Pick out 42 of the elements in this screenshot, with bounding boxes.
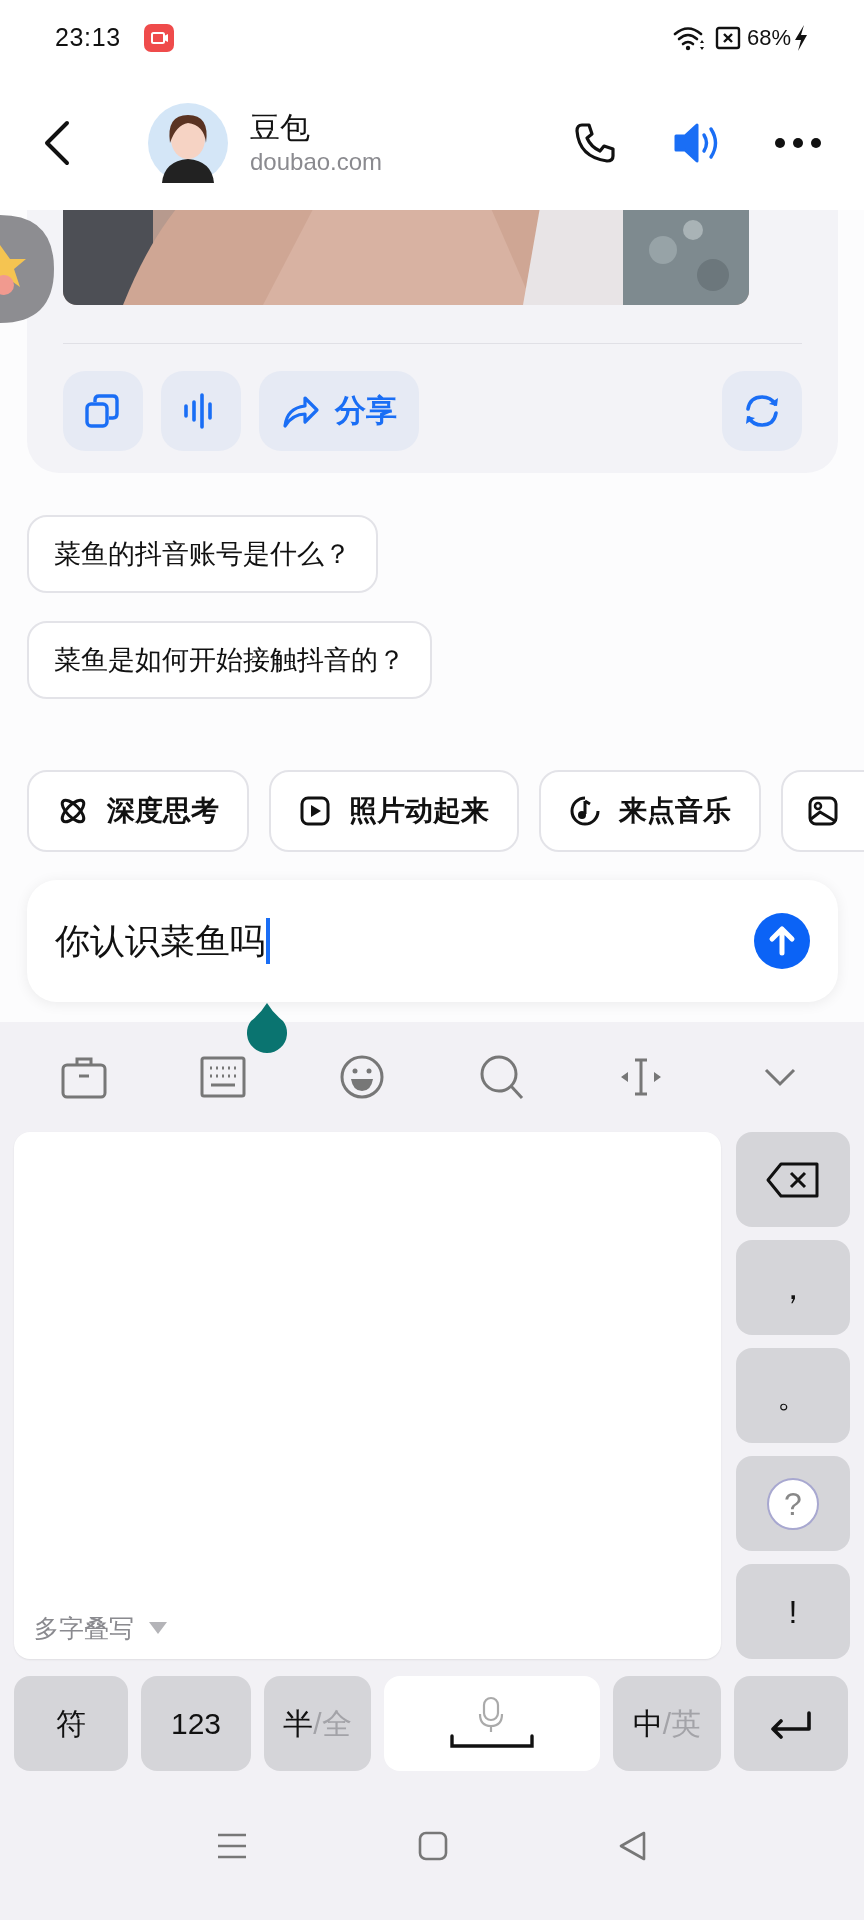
tool-chip[interactable]: 照片动起来 [269, 770, 519, 852]
back-icon[interactable] [42, 119, 72, 166]
no-sim-icon [714, 25, 741, 50]
regenerate-button[interactable] [722, 371, 802, 451]
punctuation-key[interactable]: 。 [736, 1348, 850, 1443]
menu-icon[interactable] [216, 1831, 248, 1860]
space-key[interactable] [384, 1676, 600, 1771]
status-time: 23:13 [55, 21, 121, 53]
tool-chip[interactable]: 来点音乐 [539, 770, 761, 852]
chat-subtitle: doubao.com [250, 146, 383, 177]
floating-star-bubble-icon[interactable] [0, 215, 54, 323]
send-button[interactable] [754, 913, 810, 969]
charging-icon [793, 23, 809, 52]
message-input-field[interactable]: 你认识菜鱼吗 [27, 880, 838, 1002]
screen-record-icon [142, 22, 175, 53]
music-note-icon [569, 795, 601, 827]
numbers-key[interactable]: 123 [141, 1676, 251, 1771]
tool-chip[interactable]: 深度思考 [27, 770, 249, 852]
question-key[interactable]: ? [736, 1456, 850, 1551]
suggestion-chip[interactable]: 菜鱼是如何开始接触抖音的？ [27, 621, 432, 699]
back-nav-icon[interactable] [618, 1830, 648, 1861]
phone-icon[interactable] [573, 120, 617, 165]
more-icon[interactable] [774, 136, 822, 149]
suggestion-chip[interactable]: 菜鱼的抖音账号是什么？ [27, 515, 378, 593]
enter-key[interactable] [734, 1676, 848, 1771]
enter-icon [769, 1708, 813, 1739]
home-icon[interactable] [418, 1830, 448, 1861]
image-icon [807, 795, 839, 827]
read-aloud-button[interactable] [161, 371, 241, 451]
wifi-icon [672, 24, 707, 51]
punctuation-key[interactable]: ! [736, 1564, 850, 1659]
avatar-figure-icon[interactable] [148, 102, 228, 183]
chat-title: 豆包 [250, 109, 311, 146]
backspace-icon [765, 1160, 821, 1199]
punctuation-key[interactable]: ， [736, 1240, 850, 1335]
battery-percent: 68% [746, 24, 791, 52]
play-icon [299, 795, 331, 827]
copy-button[interactable] [63, 371, 143, 451]
symbols-key[interactable]: 符 [14, 1676, 128, 1771]
keyboard-icon[interactable] [199, 1054, 247, 1100]
share-button[interactable]: 分享 [259, 371, 419, 451]
backspace-key[interactable] [736, 1132, 850, 1227]
